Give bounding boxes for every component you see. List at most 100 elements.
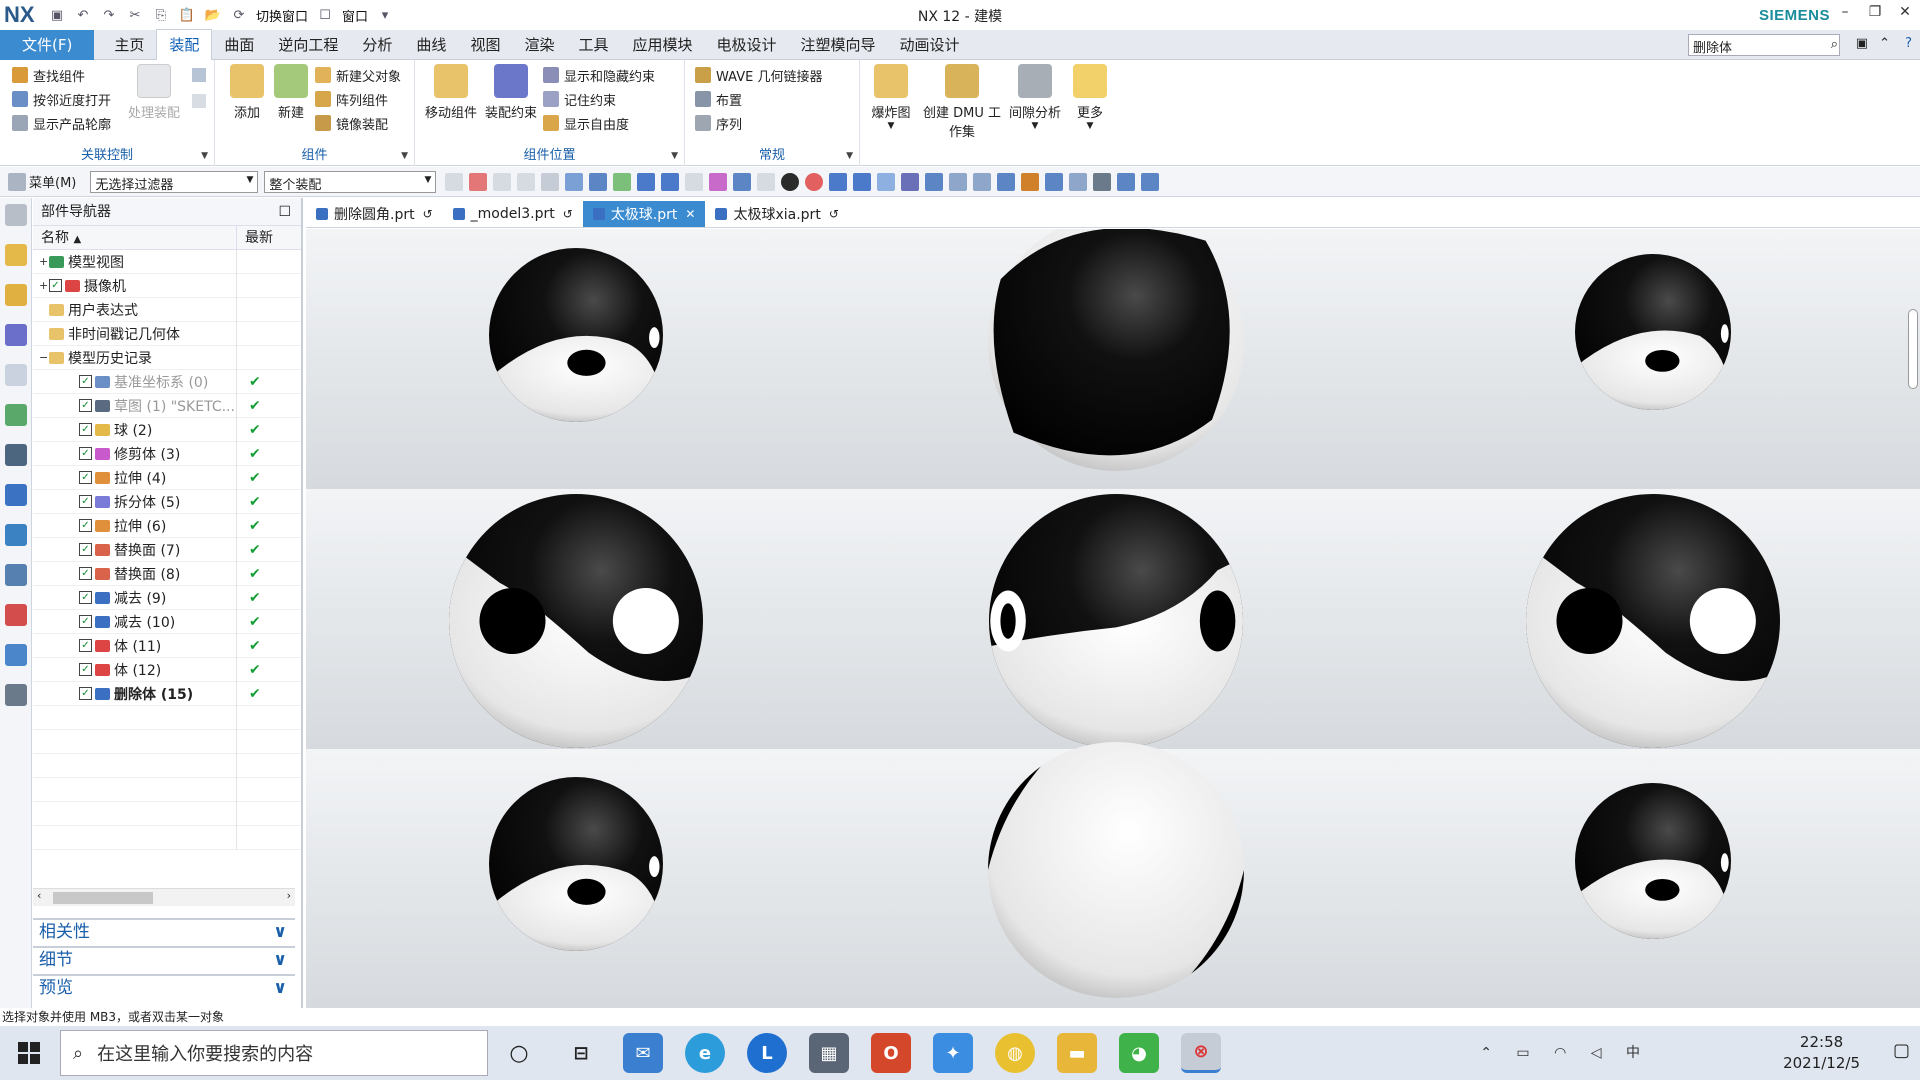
visibility-checkbox[interactable]: ✓ <box>79 615 92 628</box>
tab-analysis[interactable]: 分析 <box>350 30 404 60</box>
tree-row[interactable]: 用户表达式 <box>33 297 301 322</box>
visibility-checkbox[interactable]: ✓ <box>79 591 92 604</box>
visibility-checkbox[interactable]: ✓ <box>79 519 92 532</box>
switch-window-button[interactable]: 切换窗口 <box>256 6 308 25</box>
orient-view-icon[interactable] <box>1141 172 1160 191</box>
fit-icon[interactable] <box>949 172 968 191</box>
file-menu[interactable]: 文件(F) <box>0 29 95 60</box>
save-icon[interactable]: ▣ <box>48 6 66 24</box>
create-dmu-workset-button[interactable]: 创建 DMU 工作集 <box>922 64 1002 140</box>
tab-curve[interactable]: 曲线 <box>404 30 458 60</box>
visibility-checkbox[interactable]: ✓ <box>79 471 92 484</box>
menu-button[interactable]: 菜单(M) <box>29 172 76 191</box>
document-tab[interactable]: 太极球xia.prt ↺ <box>705 201 848 227</box>
pan-icon[interactable] <box>1021 172 1040 191</box>
clearance-analysis-button[interactable]: 间隙分析 ▼ <box>1005 64 1065 131</box>
chevron-down-icon[interactable]: ▾ <box>376 6 394 24</box>
group-dropdown-icon[interactable]: ▼ <box>671 151 678 161</box>
expand-toggle-icon[interactable]: + <box>39 255 49 268</box>
undo-icon[interactable]: ↶ <box>74 6 92 24</box>
modified-icon[interactable]: ↺ <box>829 207 839 221</box>
taskbar-search-box[interactable]: ⌕ 在这里输入你要搜索的内容 <box>60 1030 488 1076</box>
app-l-icon[interactable]: L <box>747 1033 787 1073</box>
robot-icon[interactable] <box>5 684 27 706</box>
tab-assembly[interactable]: 装配 <box>156 29 213 60</box>
find-component-button[interactable]: 查找组件 <box>12 64 85 86</box>
column-name[interactable]: 名称 ▲ <box>33 226 236 249</box>
document-tab[interactable]: _model3.prt ↺ <box>443 201 583 227</box>
snap-icon[interactable] <box>565 172 584 191</box>
maximize-panel-icon[interactable]: ☐ <box>278 198 291 226</box>
assembly-constraints-button[interactable]: 装配约束 <box>481 64 541 121</box>
end-snap-icon[interactable] <box>661 172 680 191</box>
settings-icon[interactable] <box>5 204 27 226</box>
add-component-button[interactable]: 添加 <box>225 64 269 121</box>
search-icon[interactable]: ⌕ <box>1831 37 1838 52</box>
tab-applications[interactable]: 应用模块 <box>620 30 704 60</box>
reuse-library-icon[interactable] <box>5 364 27 386</box>
hd3d-icon[interactable] <box>5 524 27 546</box>
taiji-sphere-bottom-center[interactable] <box>988 742 1244 998</box>
visibility-checkbox[interactable]: ✓ <box>79 423 92 436</box>
new-component-button[interactable]: 新建 <box>269 64 313 121</box>
tab-tools[interactable]: 工具 <box>566 30 620 60</box>
viewport-scrollbar[interactable] <box>1908 309 1918 389</box>
edit-section-icon[interactable] <box>1093 172 1112 191</box>
modified-icon[interactable]: ↺ <box>563 207 573 221</box>
view-orient-icon[interactable] <box>901 172 920 191</box>
taiji-sphere-top-right[interactable] <box>1575 254 1731 410</box>
arrangement-button[interactable]: 布置 <box>695 88 742 110</box>
taiji-sphere-bottom-right[interactable] <box>1575 783 1731 939</box>
mail-icon[interactable]: ✉ <box>623 1033 663 1073</box>
calculator-icon[interactable]: ▦ <box>809 1033 849 1073</box>
browser-icon[interactable]: e <box>685 1033 725 1073</box>
tab-home[interactable]: 主页 <box>102 30 156 60</box>
role-icon[interactable] <box>5 404 27 426</box>
intersection-icon[interactable] <box>757 172 776 191</box>
tab-mold-wizard[interactable]: 注塑模向导 <box>789 30 888 60</box>
tree-row[interactable]: ✓ 拉伸 (6) ✔ <box>33 513 301 538</box>
details-panel[interactable]: 细节 ∨ <box>33 946 295 972</box>
point-on-face-icon[interactable] <box>853 172 872 191</box>
task-view-icon[interactable]: ⊟ <box>561 1033 601 1073</box>
mirror-assembly-button[interactable]: 镜像装配 <box>315 112 388 134</box>
cortana-icon[interactable]: ○ <box>499 1033 539 1073</box>
dependencies-panel[interactable]: 相关性 ∨ <box>33 918 295 944</box>
remember-constraints-button[interactable]: 记住约束 <box>543 88 616 110</box>
history-icon[interactable] <box>5 444 27 466</box>
cut-icon[interactable]: ✂ <box>126 6 144 24</box>
visibility-checkbox[interactable]: ✓ <box>49 279 62 292</box>
wave-snap-icon[interactable] <box>733 172 752 191</box>
wave-linker-button[interactable]: WAVE 几何链接器 <box>695 64 822 86</box>
exploded-view-button[interactable]: 爆炸图 ▼ <box>866 64 916 131</box>
visibility-checkbox[interactable]: ✓ <box>79 399 92 412</box>
taiji-sphere-middle-left[interactable] <box>449 494 703 748</box>
tree-row[interactable]: ✓ 删除体 (15) ✔ <box>33 681 301 706</box>
redo-icon[interactable]: ↷ <box>100 6 118 24</box>
link-icon[interactable] <box>192 68 206 82</box>
move-component-button[interactable]: 移动组件 <box>421 64 481 121</box>
windows-start-icon[interactable] <box>18 1042 40 1064</box>
tree-row[interactable]: ✓ 减去 (10) ✔ <box>33 609 301 634</box>
close-button[interactable]: ✕ <box>1890 4 1920 20</box>
zoom-icon[interactable] <box>973 172 992 191</box>
scope-select[interactable]: 整个装配 <box>264 170 437 193</box>
rotate-icon[interactable] <box>997 172 1016 191</box>
visibility-checkbox[interactable]: ✓ <box>79 567 92 580</box>
tree-row[interactable]: + 模型视图 <box>33 249 301 274</box>
tab-view[interactable]: 视图 <box>458 30 512 60</box>
paste-icon[interactable]: 📋 <box>178 6 196 24</box>
group-dropdown-icon[interactable]: ▼ <box>401 151 408 161</box>
part-navigator-icon[interactable] <box>5 324 27 346</box>
group-dropdown-icon[interactable]: ▼ <box>201 151 208 161</box>
tab-render[interactable]: 渲染 <box>512 30 566 60</box>
cube-icon[interactable] <box>589 172 608 191</box>
visibility-checkbox[interactable]: ✓ <box>79 663 92 676</box>
preview-panel[interactable]: 预览 ∨ <box>33 974 295 1000</box>
select-face-icon[interactable] <box>517 172 536 191</box>
tree-row[interactable]: ✓ 替换面 (7) ✔ <box>33 537 301 562</box>
systems-icon[interactable] <box>5 644 27 666</box>
minimize-button[interactable]: – <box>1830 4 1860 20</box>
visibility-checkbox[interactable]: ✓ <box>79 375 92 388</box>
point-on-curve-icon[interactable] <box>829 172 848 191</box>
